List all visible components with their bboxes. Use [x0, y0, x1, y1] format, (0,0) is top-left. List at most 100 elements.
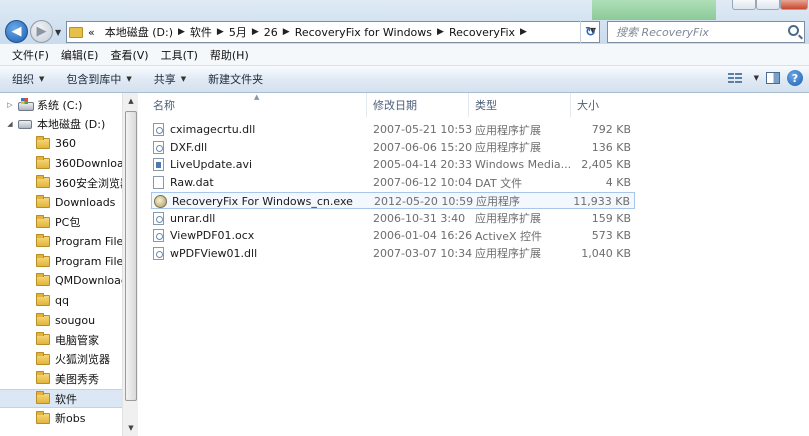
file-size: 11,933 KB: [573, 194, 630, 208]
file-row[interactable]: unrar.dll 2006-10-31 3:40 应用程序扩展 159 KB: [151, 210, 635, 227]
file-row[interactable]: wPDFView01.dll 2007-03-07 10:34 应用程序扩展 1,04…: [151, 245, 635, 262]
change-view-icon[interactable]: [727, 72, 742, 84]
scroll-thumb[interactable]: [125, 111, 137, 401]
file-name: unrar.dll: [170, 211, 216, 225]
sidebar-item[interactable]: ◢ 本地磁盘 (D:): [0, 115, 122, 134]
organize-label: 组织: [12, 73, 34, 86]
sidebar-item[interactable]: Program Files: [0, 252, 122, 271]
preview-pane-icon[interactable]: [766, 72, 780, 84]
tree-expander-icon[interactable]: ▷: [5, 101, 15, 109]
recent-pages-dropdown[interactable]: ▼: [55, 28, 61, 37]
dat-file-icon: [153, 176, 164, 190]
file-row[interactable]: ViewPDF01.ocx 2006-01-04 16:26 ActiveX 控件 5…: [151, 227, 635, 244]
sidebar-item-label: PC包: [55, 216, 81, 230]
sidebar-item-label: 本地磁盘 (D:): [37, 118, 106, 132]
minimize-button[interactable]: [732, 0, 756, 10]
navigation-scrollbar[interactable]: ▲ ▼: [122, 93, 138, 436]
breadcrumb-separator[interactable]: ▶: [437, 27, 444, 37]
column-header-type[interactable]: 类型: [469, 93, 571, 117]
search-input[interactable]: 搜索 RecoveryFix: [607, 21, 805, 43]
sidebar-item-label: Program Files: [55, 254, 122, 268]
file-name: wPDFView01.dll: [170, 246, 258, 260]
sidebar-item-label: 360: [55, 137, 76, 151]
maximize-button[interactable]: [756, 0, 780, 10]
breadcrumb-separator[interactable]: ▶: [178, 27, 185, 37]
view-options-dropdown[interactable]: ▼: [754, 74, 759, 82]
folder-icon: [36, 136, 50, 150]
sidebar-item[interactable]: Downloads: [0, 193, 122, 212]
sidebar-item[interactable]: QMDownload: [0, 271, 122, 290]
menu-file[interactable]: 文件(F): [6, 47, 55, 63]
file-date: 2007-06-06 15:20: [373, 140, 473, 154]
breadcrumb-item[interactable]: 软件: [190, 24, 212, 40]
sidebar-item[interactable]: 360: [0, 134, 122, 153]
file-type: 应用程序扩展: [475, 247, 541, 261]
sidebar-item[interactable]: ▷ 系统 (C:): [0, 95, 122, 114]
column-header-name[interactable]: 名称: [147, 93, 367, 117]
breadcrumb-separator[interactable]: ▶: [252, 27, 259, 37]
include-in-library-label: 包含到库中: [66, 73, 122, 86]
address-bar[interactable]: « 本地磁盘 (D:) ▶ 软件 ▶ 5月 ▶ 26 ▶ RecoveryFix…: [66, 21, 600, 43]
sidebar-item[interactable]: sougou: [0, 311, 122, 330]
file-row[interactable]: cximagecrtu.dll 2007-05-21 10:53 应用程序扩展 792…: [151, 121, 635, 138]
file-row[interactable]: RecoveryFix For Windows_cn.exe 2012-05-20…: [151, 191, 635, 209]
include-in-library-button[interactable]: 包含到库中 ▼: [66, 71, 131, 87]
breadcrumb-item[interactable]: 本地磁盘 (D:): [105, 24, 173, 40]
sidebar-item[interactable]: PC包: [0, 213, 122, 232]
breadcrumb-separator[interactable]: ▶: [520, 27, 527, 37]
breadcrumb-separator[interactable]: ▶: [217, 27, 224, 37]
close-button[interactable]: [780, 0, 808, 10]
back-button[interactable]: ◀: [5, 20, 28, 43]
folder-icon: [36, 391, 50, 404]
drive-icon: [18, 119, 32, 129]
file-type: Windows Media...: [475, 158, 572, 172]
breadcrumb-overflow[interactable]: «: [88, 26, 95, 39]
tree-expander-icon[interactable]: ◢: [5, 120, 15, 128]
menu-view[interactable]: 查看(V): [104, 47, 154, 63]
refresh-icon[interactable]: ↻: [580, 21, 600, 43]
sidebar-item[interactable]: 火狐浏览器: [0, 350, 122, 369]
organize-button[interactable]: 组织 ▼: [12, 71, 44, 87]
breadcrumb-item[interactable]: 5月: [229, 24, 247, 40]
sidebar-item-label: 美图秀秀: [55, 372, 99, 386]
menu-tools[interactable]: 工具(T): [155, 47, 204, 63]
sidebar-item[interactable]: 360安全浏览器: [0, 173, 122, 192]
help-icon[interactable]: ?: [787, 70, 803, 86]
breadcrumb-separator[interactable]: ▶: [283, 27, 290, 37]
sidebar-item[interactable]: 美图秀秀: [0, 369, 122, 388]
sidebar-item-label: 电脑管家: [55, 333, 99, 347]
file-row[interactable]: LiveUpdate.avi 2005-04-14 20:33 Windows Me…: [151, 156, 635, 173]
sidebar-item[interactable]: 软件: [0, 389, 122, 408]
sidebar-item[interactable]: 新obs: [0, 409, 122, 428]
file-date: 2007-05-21 10:53: [373, 123, 473, 136]
breadcrumb-item[interactable]: RecoveryFix for Windows: [295, 26, 432, 39]
search-icon[interactable]: [788, 25, 799, 36]
menu-help[interactable]: 帮助(H): [204, 47, 255, 63]
sidebar-item[interactable]: qq: [0, 291, 122, 310]
share-button[interactable]: 共享 ▼: [154, 71, 186, 87]
file-type: DAT 文件: [475, 176, 523, 190]
file-name-cell: wPDFView01.dll: [153, 245, 368, 262]
column-header-date[interactable]: 修改日期: [367, 93, 469, 117]
file-date: 2007-06-12 10:04: [373, 176, 473, 190]
file-row[interactable]: Raw.dat 2007-06-12 10:04 DAT 文件 4 KB: [151, 174, 635, 191]
folder-icon: [36, 175, 50, 189]
sidebar-item[interactable]: 电脑管家: [0, 330, 122, 349]
new-folder-button[interactable]: 新建文件夹: [208, 71, 263, 87]
file-name-cell: unrar.dll: [153, 210, 368, 227]
dll-file-icon: [153, 140, 164, 154]
breadcrumb-item[interactable]: 26: [264, 26, 278, 39]
menu-edit[interactable]: 编辑(E): [55, 47, 105, 63]
file-name-cell: ViewPDF01.ocx: [153, 227, 368, 244]
scroll-down-arrow[interactable]: ▼: [123, 420, 139, 436]
breadcrumb-item[interactable]: RecoveryFix: [449, 26, 515, 39]
sidebar-item-label: sougou: [55, 313, 96, 327]
column-header-size[interactable]: 大小: [571, 93, 637, 117]
forward-button[interactable]: ▶: [30, 20, 53, 43]
file-name-cell: LiveUpdate.avi: [153, 156, 368, 173]
scroll-up-arrow[interactable]: ▲: [123, 93, 139, 109]
sidebar-item-label: 软件: [55, 392, 77, 406]
sidebar-item[interactable]: Program Files: [0, 232, 122, 251]
file-row[interactable]: DXF.dll 2007-06-06 15:20 应用程序扩展 136 KB: [151, 139, 635, 156]
sidebar-item[interactable]: 360Download: [0, 154, 122, 173]
